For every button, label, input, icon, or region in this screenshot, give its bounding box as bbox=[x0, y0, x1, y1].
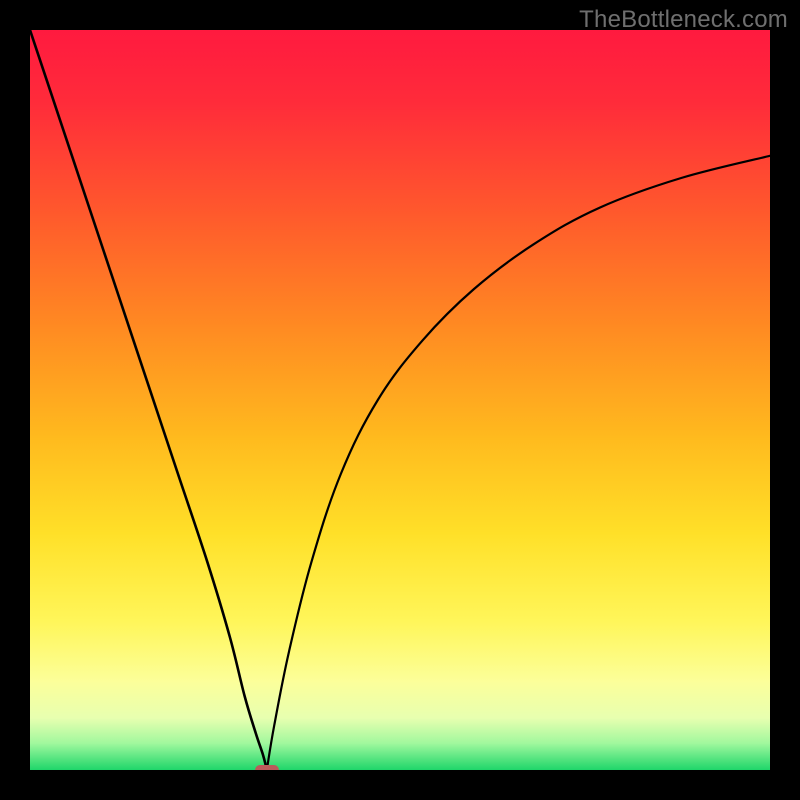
curve-right-branch bbox=[267, 156, 770, 770]
chart-frame: TheBottleneck.com bbox=[0, 0, 800, 800]
curve-left-branch bbox=[30, 30, 267, 770]
watermark-text: TheBottleneck.com bbox=[579, 6, 788, 34]
curve-svg bbox=[30, 30, 770, 770]
plot-area bbox=[30, 30, 770, 770]
minimum-marker bbox=[255, 765, 279, 770]
